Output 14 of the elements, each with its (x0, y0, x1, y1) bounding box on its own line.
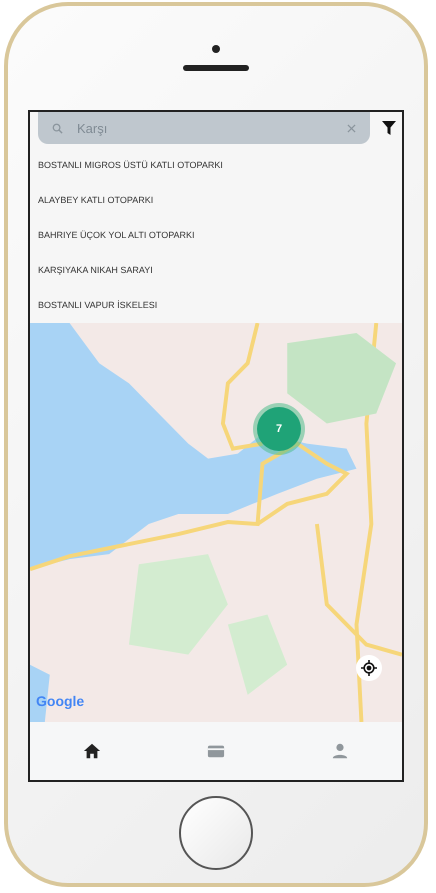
home-icon (83, 742, 101, 760)
suggestion-item[interactable]: ALAYBEY KATLI OTOPARKI (38, 183, 402, 218)
suggestion-item[interactable]: BOSTANLI VAPUR İSKELESI (38, 288, 402, 323)
speaker-slot (183, 65, 249, 71)
suggestion-item[interactable]: BOSTANLI MIGROS ÜSTÜ KATLI OTOPARKI (38, 148, 402, 183)
suggestion-item[interactable]: KARŞIYAKA NIKAH SARAYI (38, 253, 402, 288)
person-icon (331, 742, 349, 760)
target-icon (361, 660, 377, 676)
cluster-count: 7 (276, 423, 282, 435)
filter-icon[interactable] (382, 121, 396, 135)
search-icon (52, 122, 63, 134)
camera-dot (212, 45, 220, 53)
suggestion-item[interactable]: BAHRIYE ÜÇOK YOL ALTI OTOPARKI (38, 218, 402, 253)
map-attribution: Google (36, 693, 84, 709)
